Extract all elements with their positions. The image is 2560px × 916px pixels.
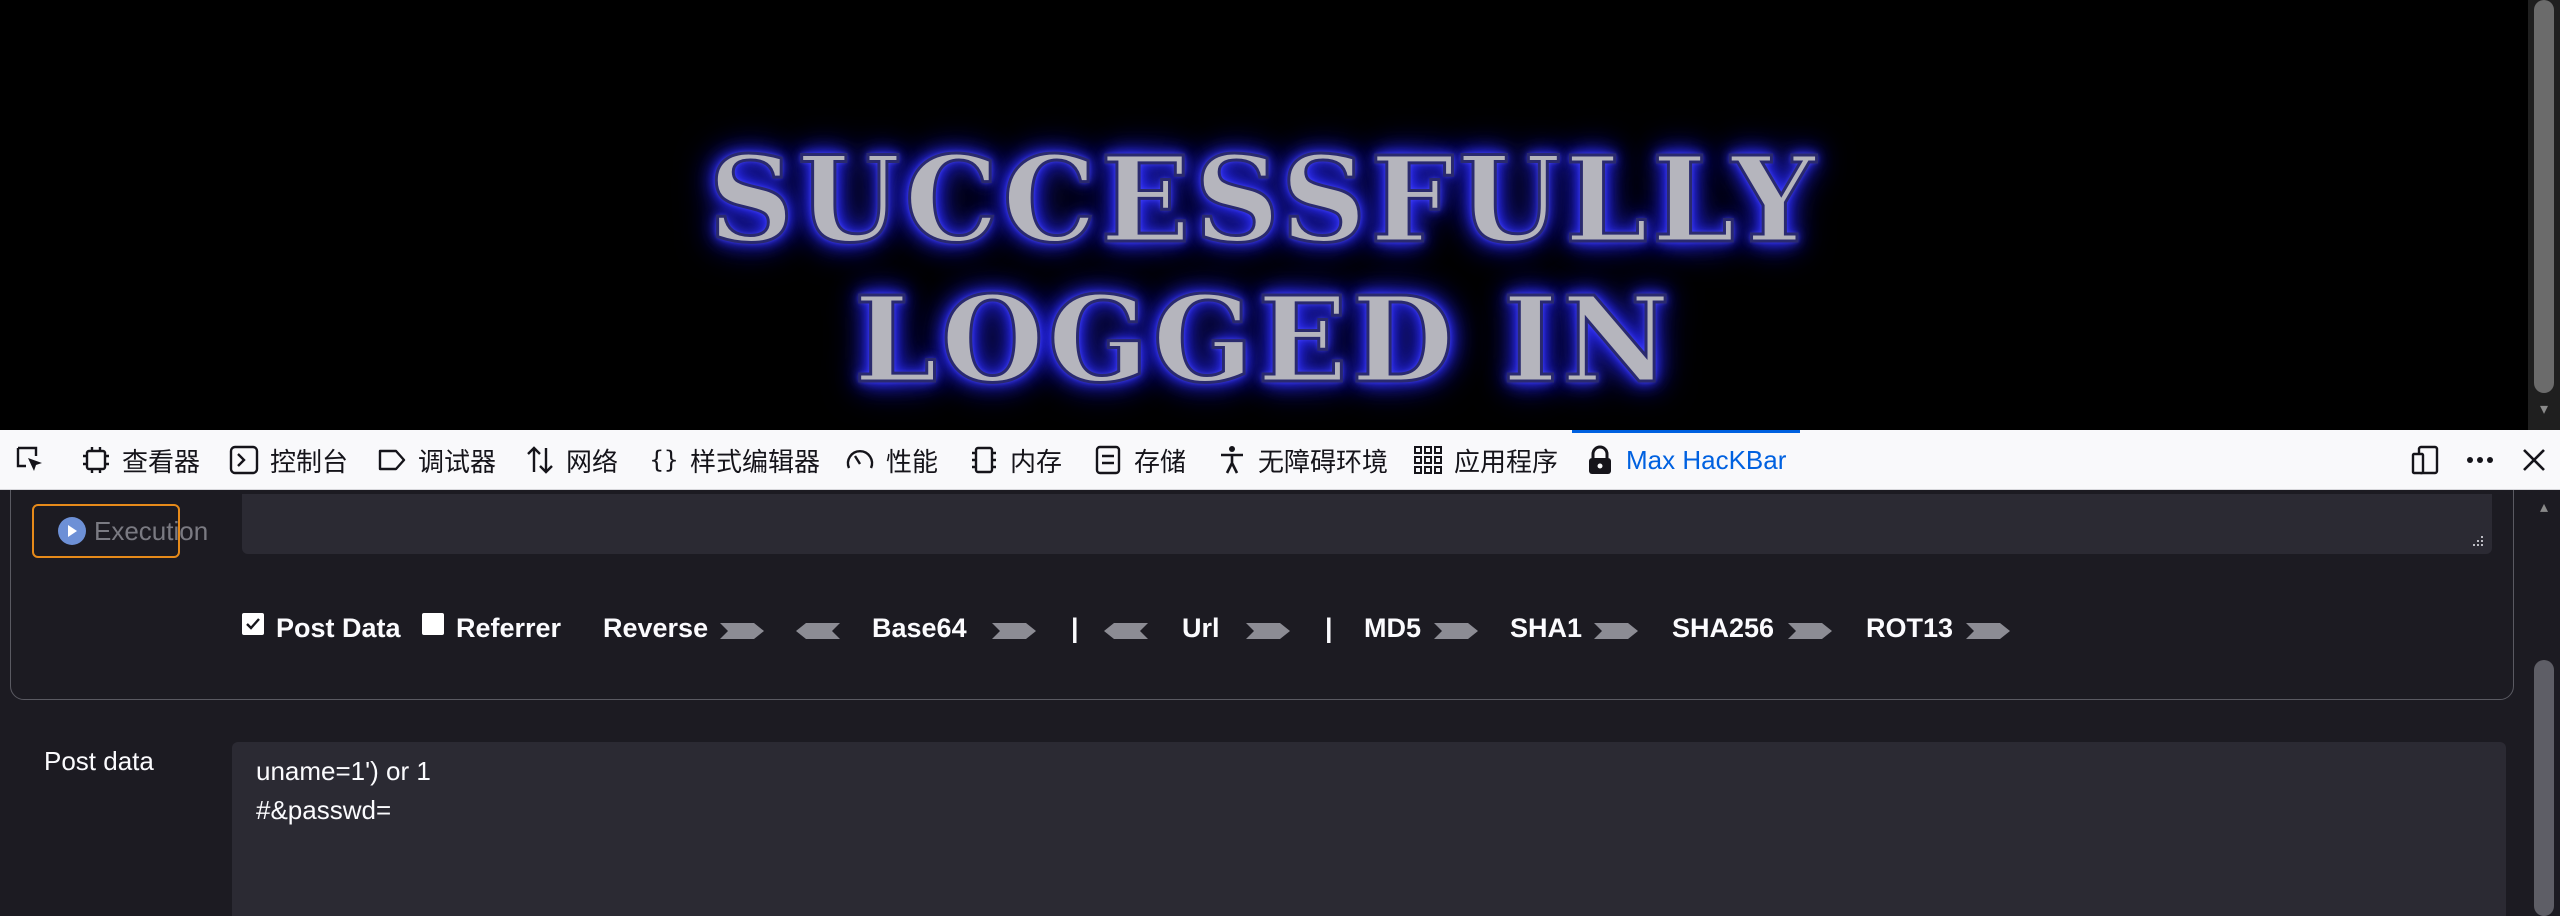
tab-network[interactable]: 网络 bbox=[524, 430, 618, 490]
element-picker-icon bbox=[16, 446, 42, 471]
chevron-right-icon[interactable] bbox=[1246, 620, 1290, 642]
url-button[interactable]: Url bbox=[1182, 608, 1220, 648]
tab-application[interactable]: 应用程序 bbox=[1412, 430, 1558, 490]
accessibility-icon bbox=[1221, 446, 1243, 474]
md5-button[interactable]: MD5 bbox=[1364, 608, 1421, 648]
tab-label: 无障碍环境 bbox=[1258, 446, 1389, 477]
tab-label: 网络 bbox=[566, 446, 619, 477]
base64-button[interactable]: Base64 bbox=[872, 608, 967, 648]
execution-label: Execution bbox=[94, 515, 209, 546]
hero-title-line-1: SUCCESSFULLY bbox=[707, 129, 1820, 271]
scroll-down-arrow-icon[interactable]: ▾ bbox=[2534, 400, 2554, 420]
chevron-right-icon[interactable] bbox=[1594, 620, 1638, 642]
hero-title-line-2: LOGGED IN bbox=[853, 269, 1674, 411]
console-icon bbox=[229, 445, 259, 475]
separator: | bbox=[1071, 612, 1079, 643]
sha1-button[interactable]: SHA1 bbox=[1510, 608, 1582, 648]
tab-accessibility[interactable]: 无障碍环境 bbox=[1216, 430, 1388, 490]
element-picker-button[interactable] bbox=[14, 430, 46, 490]
memory-icon bbox=[972, 446, 996, 474]
chevron-right-icon[interactable] bbox=[992, 620, 1036, 642]
referrer-option-label: Referrer bbox=[456, 612, 562, 643]
inspector-icon bbox=[83, 447, 109, 473]
tab-storage[interactable]: 存储 bbox=[1092, 430, 1186, 490]
dock-side-button[interactable] bbox=[2410, 444, 2442, 476]
storage-icon bbox=[1095, 445, 1121, 475]
tab-label: 调试器 bbox=[418, 446, 497, 477]
page-viewport: SUCCESSFULLY LOGGED IN bbox=[0, 0, 2528, 430]
devtools-toolbar: 查看器 控制台 调试器 网络 {} 样式编辑器 性能 内存 存储 无障碍环境 应… bbox=[0, 430, 2560, 490]
close-devtools-button[interactable] bbox=[2518, 444, 2550, 476]
post-data-line: #&passwd= bbox=[256, 795, 392, 825]
chevron-right-icon[interactable] bbox=[1434, 620, 1478, 642]
post-data-option-label: Post Data bbox=[276, 612, 401, 643]
network-icon bbox=[527, 446, 553, 474]
tab-style-editor[interactable]: {} 样式编辑器 bbox=[648, 430, 820, 490]
application-icon bbox=[1414, 446, 1442, 474]
lock-icon bbox=[1589, 445, 1611, 474]
tab-label: 样式编辑器 bbox=[690, 446, 821, 477]
tab-label: 性能 bbox=[886, 446, 939, 477]
execution-button[interactable]: Execution bbox=[32, 504, 208, 558]
post-data-textarea[interactable]: uname=1') or 1 #&passwd= bbox=[232, 742, 2506, 916]
tab-label: 存储 bbox=[1134, 446, 1187, 477]
tab-console[interactable]: 控制台 bbox=[228, 430, 348, 490]
reverse-button[interactable]: Reverse bbox=[603, 608, 708, 648]
tab-label: 内存 bbox=[1010, 446, 1063, 477]
panel-scrollbar[interactable]: ▴ bbox=[2528, 490, 2560, 916]
chevron-left-icon[interactable] bbox=[796, 620, 840, 642]
performance-icon bbox=[846, 450, 874, 469]
panel-scrollbar-thumb[interactable] bbox=[2534, 660, 2554, 916]
post-data-label: Post data bbox=[44, 746, 154, 776]
post-data-toggle[interactable]: Post Data bbox=[242, 608, 401, 648]
chevron-right-icon[interactable] bbox=[1788, 620, 1832, 642]
resize-grip-icon[interactable] bbox=[2470, 534, 2484, 548]
referrer-toggle[interactable]: Referrer bbox=[422, 608, 561, 648]
check-icon bbox=[246, 618, 260, 630]
page-scrollbar[interactable]: ▾ bbox=[2528, 0, 2560, 430]
chevron-right-icon[interactable] bbox=[720, 620, 764, 642]
tab-label: 控制台 bbox=[270, 446, 349, 477]
more-options-button[interactable] bbox=[2464, 444, 2496, 476]
scroll-up-arrow-icon[interactable]: ▴ bbox=[2534, 498, 2554, 518]
close-icon bbox=[2523, 449, 2545, 471]
chevron-left-icon[interactable] bbox=[1104, 620, 1148, 642]
separator: | bbox=[1325, 612, 1333, 643]
dock-side-icon bbox=[2411, 445, 2439, 475]
hackbar-panel: Execution Post Data Referrer Reverse Bas… bbox=[0, 490, 2528, 916]
chevron-right-icon[interactable] bbox=[1966, 620, 2010, 642]
play-icon bbox=[58, 517, 86, 545]
tab-max-hackbar[interactable]: Max HacKBar bbox=[1571, 430, 1801, 490]
referrer-checkbox[interactable] bbox=[422, 613, 444, 635]
page-scrollbar-thumb[interactable] bbox=[2534, 0, 2554, 393]
tab-label: 查看器 bbox=[122, 446, 201, 477]
style-editor-icon: {} bbox=[650, 446, 679, 474]
rot13-button[interactable]: ROT13 bbox=[1866, 608, 1953, 648]
tab-debugger[interactable]: 调试器 bbox=[376, 430, 496, 490]
tab-inspector[interactable]: 查看器 bbox=[80, 430, 200, 490]
tab-label: Max HacKBar bbox=[1626, 444, 1787, 475]
tab-memory[interactable]: 内存 bbox=[968, 430, 1062, 490]
post-data-line: uname=1') or 1 bbox=[256, 756, 431, 786]
post-data-checkbox[interactable] bbox=[242, 613, 264, 635]
debugger-icon bbox=[378, 449, 406, 471]
svg-text:{}: {} bbox=[650, 446, 679, 474]
more-options-icon bbox=[2467, 457, 2493, 463]
sha256-button[interactable]: SHA256 bbox=[1672, 608, 1774, 648]
tab-performance[interactable]: 性能 bbox=[844, 430, 938, 490]
url-textarea[interactable] bbox=[242, 494, 2492, 554]
tab-label: 应用程序 bbox=[1454, 446, 1559, 477]
